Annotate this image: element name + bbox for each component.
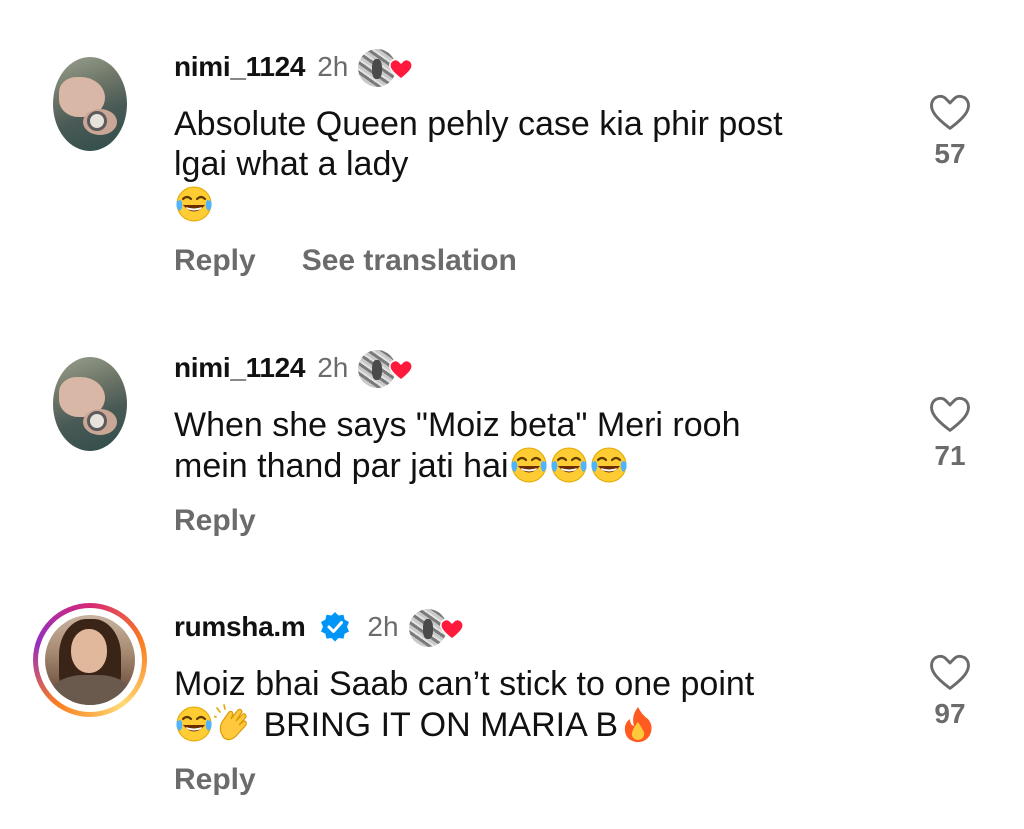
comment-header: rumsha.m 2h — [174, 607, 467, 647]
timestamp: 2h — [317, 51, 349, 82]
username[interactable]: nimi_1124 — [174, 51, 305, 83]
comment-header: nimi_1124 2h — [174, 47, 416, 87]
comment-text-line: Absolute Queen pehly case kia phir post — [174, 105, 783, 143]
avatar[interactable] — [53, 57, 127, 151]
creator-liked-heart-icon — [388, 358, 414, 382]
like-count: 71 — [934, 440, 966, 471]
comment-text-line: mein thand par jati hai — [174, 447, 509, 485]
avatar[interactable] — [53, 357, 127, 451]
creator-liked-heart-icon — [388, 57, 414, 81]
creator-liked-badge — [358, 348, 416, 388]
creator-liked-heart-icon — [439, 617, 465, 641]
creator-liked-badge — [408, 607, 467, 647]
fire-icon — [618, 704, 658, 744]
laughing-emoji-icon — [174, 704, 214, 744]
laughing-emoji-icon — [509, 445, 549, 485]
laughing-emoji-icon — [174, 184, 214, 224]
like-count: 97 — [934, 698, 966, 729]
comment-header: nimi_1124 2h — [174, 348, 416, 388]
comment-text-line: When she says "Moiz beta" Meri rooh — [174, 406, 741, 444]
clapping-hands-icon — [214, 704, 254, 744]
username[interactable]: nimi_1124 — [174, 352, 305, 384]
like-control[interactable]: 57 — [920, 92, 980, 170]
creator-liked-badge — [358, 47, 416, 87]
timestamp: 2h — [367, 611, 399, 642]
comment-actions: Reply — [174, 501, 302, 541]
comment-text-line: BRING IT ON MARIA B — [263, 706, 618, 744]
reply-button[interactable]: Reply — [174, 244, 256, 278]
see-translation-button[interactable]: See translation — [302, 244, 517, 278]
reply-button[interactable]: Reply — [174, 763, 256, 797]
comment-actions: Reply See translation — [174, 241, 563, 281]
heart-outline-icon[interactable] — [928, 394, 972, 434]
comment-text: Absolute Queen pehly case kia phir post … — [174, 104, 894, 225]
heart-outline-icon[interactable] — [928, 652, 972, 692]
like-control[interactable]: 97 — [920, 652, 980, 730]
verified-badge-icon — [321, 612, 350, 642]
reply-button[interactable]: Reply — [174, 504, 256, 538]
avatar-story-ring[interactable] — [33, 603, 147, 717]
laughing-emoji-icon — [549, 445, 589, 485]
laughing-emoji-icon — [589, 445, 629, 485]
comment-text-line: lgai what a lady — [174, 145, 409, 183]
avatar[interactable] — [45, 615, 135, 705]
comment-text-line: Moiz bhai Saab can’t stick to one point — [174, 665, 755, 703]
timestamp: 2h — [317, 352, 349, 383]
like-count: 57 — [934, 138, 966, 169]
comment-text: When she says "Moiz beta" Meri rooh mein… — [174, 405, 894, 486]
heart-outline-icon[interactable] — [928, 92, 972, 132]
comment-actions: Reply — [174, 760, 302, 800]
username[interactable]: rumsha.m — [174, 611, 306, 643]
like-control[interactable]: 71 — [920, 394, 980, 472]
comment-text: Moiz bhai Saab can’t stick to one point … — [174, 664, 894, 745]
